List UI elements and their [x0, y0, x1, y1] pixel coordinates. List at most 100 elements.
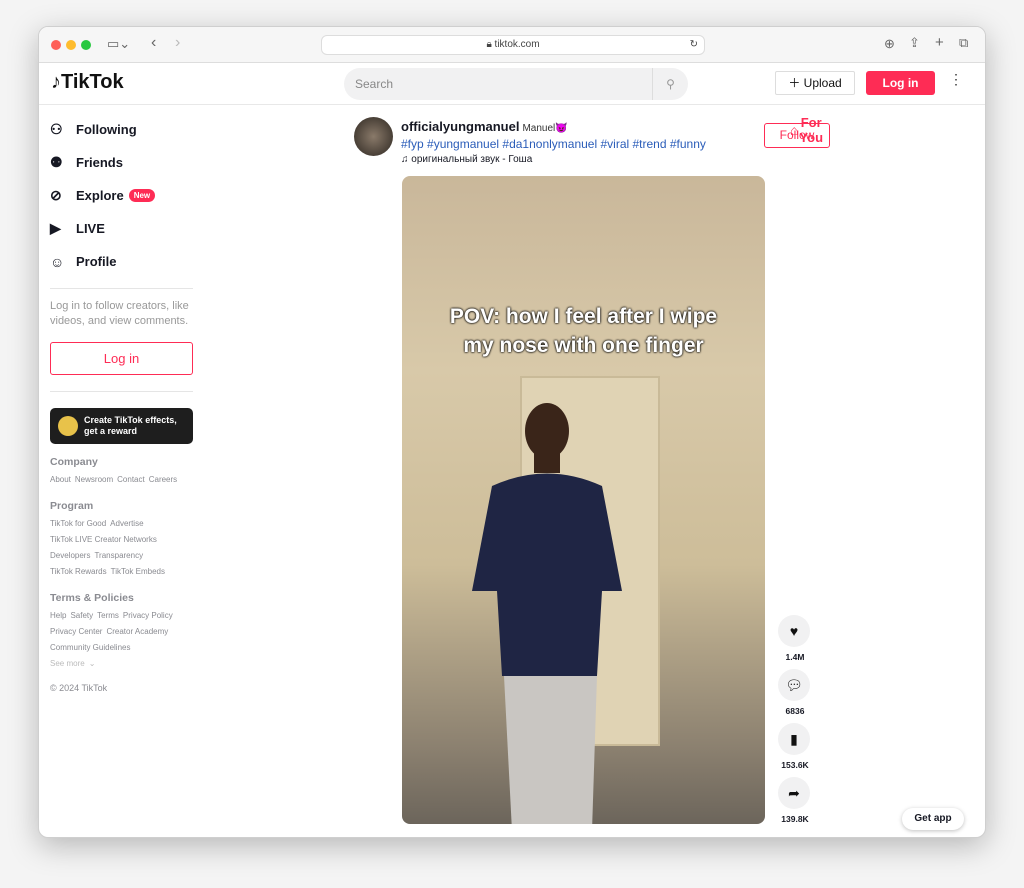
footer-link[interactable]: Safety	[70, 611, 93, 620]
footer-heading: Terms & Policies	[50, 592, 134, 604]
sidebar-item-profile[interactable]: ☺︎ Profile	[50, 245, 193, 278]
address-bar[interactable]: 🔒︎ tiktok.com ↻	[321, 35, 705, 55]
bookmark-icon: ▮	[778, 723, 810, 755]
footer-link[interactable]: Help	[50, 611, 66, 620]
nav-label: Friends	[76, 155, 123, 170]
close-window-button[interactable]	[51, 40, 61, 50]
chevron-down-icon: ⌄	[88, 659, 96, 668]
search-icon[interactable]: ⚲	[652, 68, 688, 100]
nav-label: LIVE	[76, 221, 105, 236]
download-icon[interactable]: ⊕	[884, 36, 895, 52]
nav-label: Explore	[76, 188, 124, 203]
nav-label: Profile	[76, 254, 117, 269]
back-icon[interactable]: ‹	[151, 34, 156, 52]
author[interactable]: officialyungmanuel Manuel😈	[401, 119, 568, 134]
share-button[interactable]: ➦ 139.8K	[778, 777, 812, 824]
tabs-overview-icon[interactable]: ⧉	[959, 35, 968, 51]
share-icon: ➦	[778, 777, 810, 809]
login-message: Log in to follow creators, like videos, …	[50, 300, 189, 327]
footer-link[interactable]: Privacy Policy	[123, 611, 173, 620]
like-count: 1.4M	[785, 652, 805, 662]
new-badge: New	[128, 189, 156, 202]
sidebar-toggle-icon[interactable]: ▭⌄	[107, 36, 130, 52]
search-placeholder: Search	[355, 77, 394, 91]
footer-link[interactable]: TikTok Rewards	[50, 567, 107, 576]
following-icon: ⚇	[50, 121, 63, 137]
footer-link[interactable]: Advertise	[110, 519, 143, 528]
footer-link[interactable]: Transparency	[94, 551, 143, 560]
bookmark-count: 153.6K	[781, 760, 809, 770]
see-more-button[interactable]: See more ⌄	[50, 656, 193, 672]
footer-link[interactable]: Terms	[97, 611, 119, 620]
sidebar-login-button[interactable]: Log in	[50, 342, 193, 375]
copyright: © 2024 TikTok	[50, 683, 108, 693]
compass-icon: ⊘	[50, 187, 62, 203]
sidebar-item-friends[interactable]: ⚉ Friends	[50, 146, 193, 179]
effects-banner[interactable]: Create TikTok effects, get a reward	[50, 408, 193, 444]
footer-link[interactable]: Privacy Center	[50, 627, 102, 636]
upload-label: Upload	[803, 76, 842, 90]
footer-link[interactable]: Developers	[50, 551, 90, 560]
comment-count: 6836	[785, 706, 805, 716]
sound-link[interactable]: ♫ оригинальный звук - Гоша	[401, 154, 532, 165]
video-person	[472, 403, 622, 824]
comment-icon: 💬︎	[778, 669, 810, 701]
maximize-window-button[interactable]	[81, 40, 91, 50]
upload-button[interactable]: ＋ Upload	[775, 71, 855, 95]
get-app-button[interactable]: Get app	[902, 808, 964, 830]
video-player[interactable]: POV: how I feel after I wipe my nose wit…	[402, 176, 765, 824]
footer-link[interactable]: About	[50, 475, 71, 484]
nickname: Manuel😈	[522, 123, 568, 134]
footer-heading: Company	[50, 456, 98, 468]
video-caption: POV: how I feel after I wipe my nose wit…	[449, 305, 718, 357]
more-options-icon[interactable]: ⋮	[949, 71, 963, 88]
profile-icon: ☺︎	[50, 253, 65, 270]
new-tab-icon[interactable]: +	[935, 34, 944, 51]
footer-link[interactable]: TikTok LIVE Creator Networks	[50, 535, 157, 544]
footer-link[interactable]: Contact	[117, 475, 145, 484]
browser-toolbar: ▭⌄ ‹ › 🔒︎ tiktok.com ↻ ⊕ ⇪ + ⧉	[39, 27, 985, 63]
search-input[interactable]: Search ⚲	[344, 68, 688, 100]
see-more-label: See more	[50, 659, 85, 668]
footer-link[interactable]: TikTok Embeds	[111, 567, 165, 576]
follow-button[interactable]: Follow	[764, 123, 830, 148]
minimize-window-button[interactable]	[66, 40, 76, 50]
url-text: tiktok.com	[494, 39, 540, 50]
username: officialyungmanuel	[401, 119, 520, 134]
live-icon: ▶︎	[50, 220, 61, 236]
forward-icon[interactable]: ›	[175, 34, 180, 52]
sidebar-item-explore[interactable]: ⊘ Explore New	[50, 179, 193, 212]
footer-link[interactable]: Creator Academy	[106, 627, 168, 636]
like-button[interactable]: ♥ 1.4M	[778, 615, 812, 662]
effects-banner-text: Create TikTok effects, get a reward	[84, 415, 177, 436]
divider	[50, 288, 193, 289]
footer-link[interactable]: Careers	[149, 475, 177, 484]
reload-icon[interactable]: ↻	[690, 36, 698, 54]
nav-label: Following	[76, 122, 137, 137]
footer-link[interactable]: Newsroom	[75, 475, 113, 484]
comment-button[interactable]: 💬︎ 6836	[778, 669, 812, 716]
browser-window: ▭⌄ ‹ › 🔒︎ tiktok.com ↻ ⊕ ⇪ + ⧉ ♪TikTok Se…	[38, 26, 986, 838]
hashtags[interactable]: #fyp #yungmanuel #da1nonlymanuel #viral …	[401, 137, 706, 151]
footer-link[interactable]: TikTok for Good	[50, 519, 106, 528]
tiktok-note-icon: ♪	[51, 71, 61, 93]
effects-icon	[58, 416, 78, 436]
footer-link[interactable]: Community Guidelines	[50, 643, 130, 652]
logo-text: TikTok	[61, 71, 124, 93]
tiktok-logo[interactable]: ♪TikTok	[51, 71, 124, 94]
avatar[interactable]	[354, 117, 393, 156]
heart-icon: ♥	[778, 615, 810, 647]
login-button[interactable]: Log in	[866, 71, 935, 95]
share-page-icon[interactable]: ⇪	[909, 35, 920, 51]
sidebar-item-following[interactable]: ⚇ Following	[50, 113, 193, 146]
site-header: ♪TikTok Search ⚲ ＋ Upload Log in ⋮	[39, 63, 985, 105]
lock-icon: 🔒︎	[486, 39, 495, 50]
sidebar-item-live[interactable]: ▶︎ LIVE	[50, 212, 193, 245]
music-note-icon: ♫	[401, 154, 412, 165]
sound-name: оригинальный звук - Гоша	[411, 154, 533, 165]
divider	[50, 391, 193, 392]
friends-icon: ⚉	[50, 154, 63, 170]
plus-icon: ＋	[788, 76, 804, 90]
bookmark-button[interactable]: ▮ 153.6K	[778, 723, 812, 770]
footer-heading: Program	[50, 500, 94, 512]
